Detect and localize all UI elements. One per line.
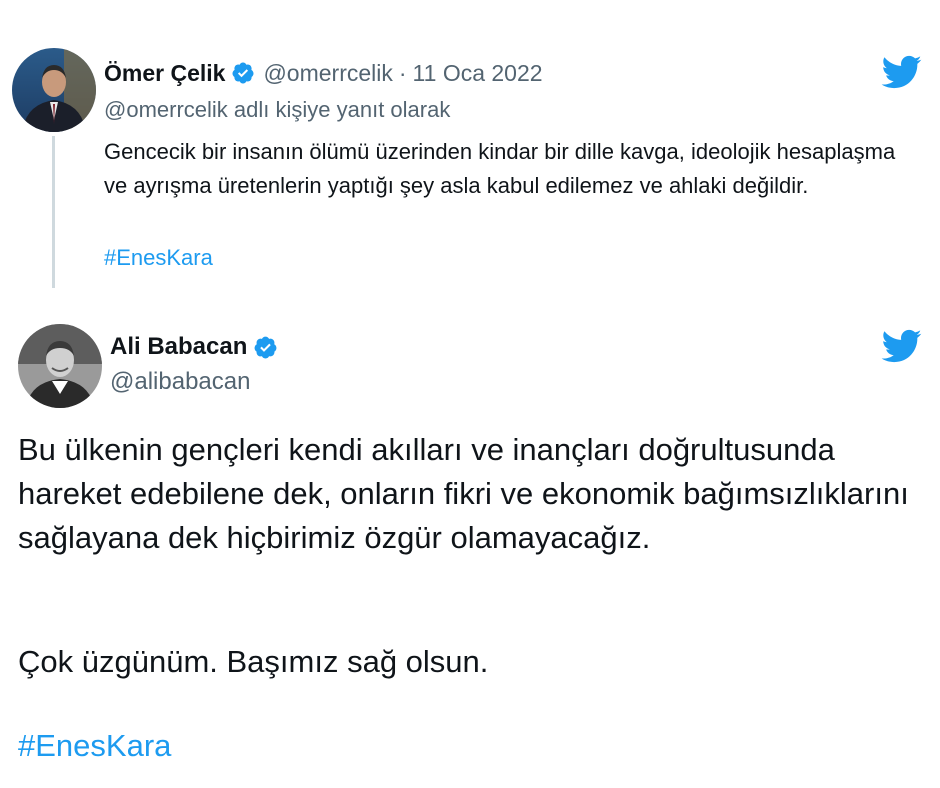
tweet-header: Ali Babacan bbox=[110, 332, 278, 362]
verified-badge-icon bbox=[232, 62, 254, 84]
meta-separator: · bbox=[398, 59, 407, 86]
replying-to: @omerrcelik adlı kişiye yanıt olarak bbox=[104, 97, 451, 122]
twitter-bird-icon[interactable] bbox=[880, 54, 922, 90]
twitter-bird-icon[interactable] bbox=[880, 328, 922, 364]
author-handle[interactable]: @omerrcelik bbox=[263, 60, 392, 87]
verified-badge-icon bbox=[254, 336, 277, 358]
author-name[interactable]: Ali Babacan bbox=[110, 333, 247, 361]
tweet-header: Ömer Çelik @omerrcelik · 11 Oca 2022 bbox=[104, 58, 543, 88]
tweet-text: Bu ülkenin gençleri kendi akılları ve in… bbox=[18, 432, 909, 555]
tweet-date[interactable]: 11 Oca 2022 bbox=[413, 60, 543, 87]
avatar[interactable] bbox=[18, 324, 102, 408]
thread-line bbox=[52, 136, 55, 288]
tweet-ali-babacan: Ali Babacan @alibabacan Bu ülkenin gençl… bbox=[0, 320, 940, 780]
hashtag-link[interactable]: #EnesKara bbox=[104, 241, 213, 275]
author-handle[interactable]: @alibabacan bbox=[110, 368, 250, 396]
author-name[interactable]: Ömer Çelik bbox=[104, 60, 225, 87]
tweet-omer-celik: Ömer Çelik @omerrcelik · 11 Oca 2022 @om… bbox=[0, 40, 940, 290]
tweet-text: Gencecik bir insanın ölümü üzerinden kin… bbox=[104, 139, 896, 198]
tweet-text-secondary: Çok üzgünüm. Başımız sağ olsun. bbox=[18, 644, 489, 679]
hashtag-link[interactable]: #EnesKara bbox=[18, 724, 171, 768]
avatar[interactable] bbox=[12, 48, 96, 132]
